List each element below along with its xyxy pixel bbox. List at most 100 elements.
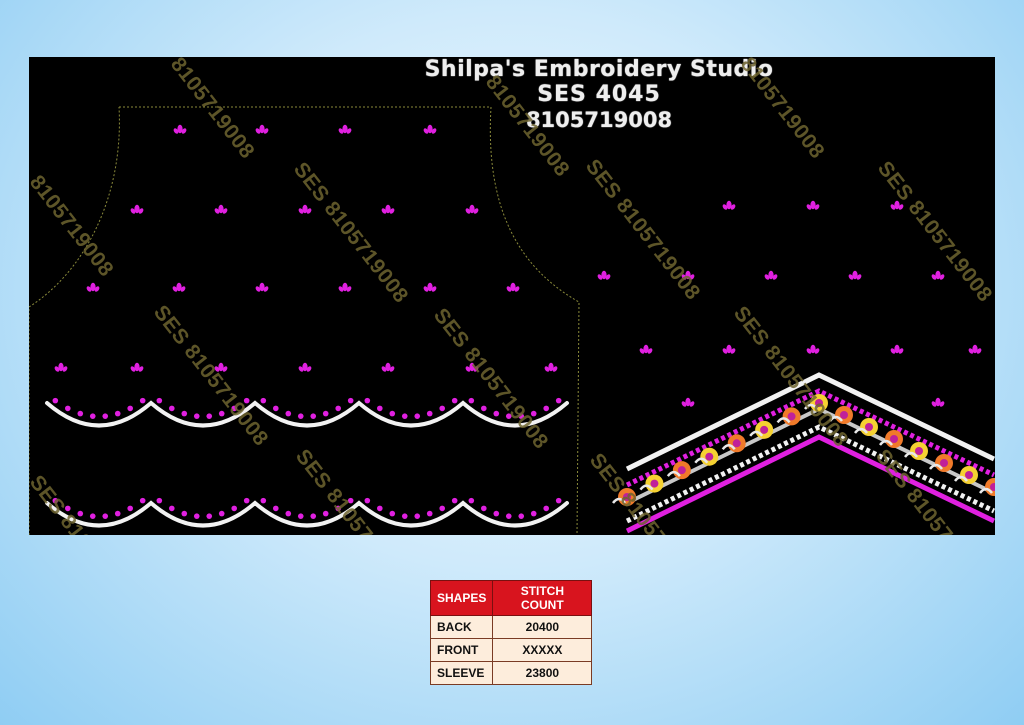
flower-bud-motif: [931, 397, 945, 407]
flower-bud-motif: [130, 362, 144, 372]
scallop-dot: [89, 513, 96, 519]
flower-bud-motif: [381, 362, 395, 372]
flower-bud-motif: [130, 204, 144, 214]
scallop-dot: [389, 510, 396, 517]
scallop-dot: [335, 405, 342, 412]
scallop-dot: [543, 505, 549, 512]
scallop-dot: [439, 405, 446, 412]
flower-bud-motif: [381, 204, 395, 214]
table-row: FRONT XXXXX: [429, 638, 593, 662]
flower-bud-motif: [298, 362, 312, 372]
flower-bud-motif: [255, 124, 269, 134]
header-shapes: SHAPES: [429, 580, 494, 616]
scallop-dot: [181, 510, 188, 517]
stitch-count-table: SHAPES STITCH COUNT BACK 20400 FRONT XXX…: [429, 580, 593, 685]
flower-center: [732, 439, 741, 448]
flower-center: [865, 423, 873, 431]
flower-bud-motif: [848, 270, 862, 280]
flower-bud-motif: [172, 282, 186, 292]
count-cell: 20400: [492, 615, 593, 639]
flower-bud-motif: [968, 344, 982, 354]
table-row: SLEEVE 23800: [429, 661, 593, 685]
design-code: SES 4045: [537, 82, 661, 108]
scallop-dot: [439, 505, 446, 512]
scallop-dot: [102, 413, 109, 419]
scallop-dot: [481, 405, 487, 412]
scallop-dot: [426, 410, 433, 417]
scallop-dot: [52, 397, 59, 404]
flower-bud-motif: [86, 282, 100, 292]
flower-bud-motif: [465, 204, 479, 214]
flower-bud-motif: [544, 362, 558, 372]
scallop-dot: [481, 505, 487, 512]
table-header-row: SHAPES STITCH COUNT: [429, 580, 593, 616]
scallop-dot: [114, 510, 121, 517]
flower-bud-motif: [681, 397, 695, 407]
header-stitch-count: STITCH COUNT: [492, 580, 593, 616]
scallop-dot: [493, 510, 500, 517]
design-preview-panel: Shilpa's Embroidery Studio SES 4045 8105…: [29, 57, 995, 535]
flower-bud-motif: [298, 204, 312, 214]
flower-center: [677, 466, 686, 475]
scallop-dot: [451, 397, 458, 404]
scallop-dot: [414, 513, 421, 519]
scallop-border: [45, 400, 569, 428]
scallop-dot: [297, 513, 304, 519]
scallop-dot: [218, 510, 225, 517]
flower-center: [705, 452, 714, 461]
scallop-border: [45, 500, 569, 528]
flower-bud-motif: [338, 124, 352, 134]
flower-bud-motif: [639, 344, 653, 354]
scallop-dot: [77, 410, 84, 417]
scallop-dot: [310, 513, 317, 519]
scallop-dot: [285, 510, 292, 517]
scallop-dot: [285, 410, 292, 417]
flower-center: [787, 412, 796, 421]
flower-bud-motif: [54, 362, 68, 372]
scallop-dot: [518, 513, 525, 519]
scallop-dot: [347, 397, 354, 404]
scallop-dot: [364, 397, 371, 404]
scallop-dot: [389, 410, 396, 417]
phone-number: 8105719008: [525, 107, 673, 132]
scallop-dot: [543, 405, 549, 412]
scallop-dot: [493, 410, 500, 417]
scallop-dot: [156, 397, 163, 404]
flower-bud-motif: [722, 344, 736, 354]
flower-bud-motif: [338, 282, 352, 292]
scallop-dot: [181, 410, 188, 417]
table-row: BACK 20400: [429, 615, 593, 639]
flower-center: [940, 459, 948, 467]
scallop-dot: [114, 410, 121, 417]
flower-bud-motif: [931, 270, 945, 280]
scallop-dot: [273, 505, 279, 512]
scallop-dot: [468, 397, 475, 404]
scallop-dot: [127, 405, 133, 412]
scallop-dot: [231, 505, 237, 512]
scallop-dot: [89, 413, 96, 419]
scallop-dot: [310, 413, 317, 419]
scallop-dot: [260, 497, 267, 504]
flower-bud-motif: [597, 270, 611, 280]
flower-bud-motif: [423, 282, 437, 292]
scallop-dot: [156, 497, 163, 504]
scallop-dot: [169, 405, 175, 412]
flower-bud-motif: [173, 124, 187, 134]
shape-cell: BACK: [429, 615, 494, 639]
flower-bud-motif: [806, 200, 820, 210]
scallop-dot: [193, 513, 200, 519]
scallop-dot: [364, 497, 371, 504]
scallop-dot: [468, 497, 475, 504]
flower-center: [760, 425, 769, 434]
flower-bud-motif: [255, 282, 269, 292]
scallop-dot: [401, 413, 408, 419]
flower-bud-motif: [722, 200, 736, 210]
flower-center: [650, 479, 659, 488]
scallop-dot: [322, 410, 329, 417]
scallop-dot: [127, 505, 133, 512]
scallop-dot: [555, 497, 562, 504]
studio-name: Shilpa's Embroidery Studio: [424, 57, 774, 82]
flower-bud-motif: [890, 344, 904, 354]
flower-center: [915, 447, 923, 455]
scallop-dot: [377, 405, 383, 412]
